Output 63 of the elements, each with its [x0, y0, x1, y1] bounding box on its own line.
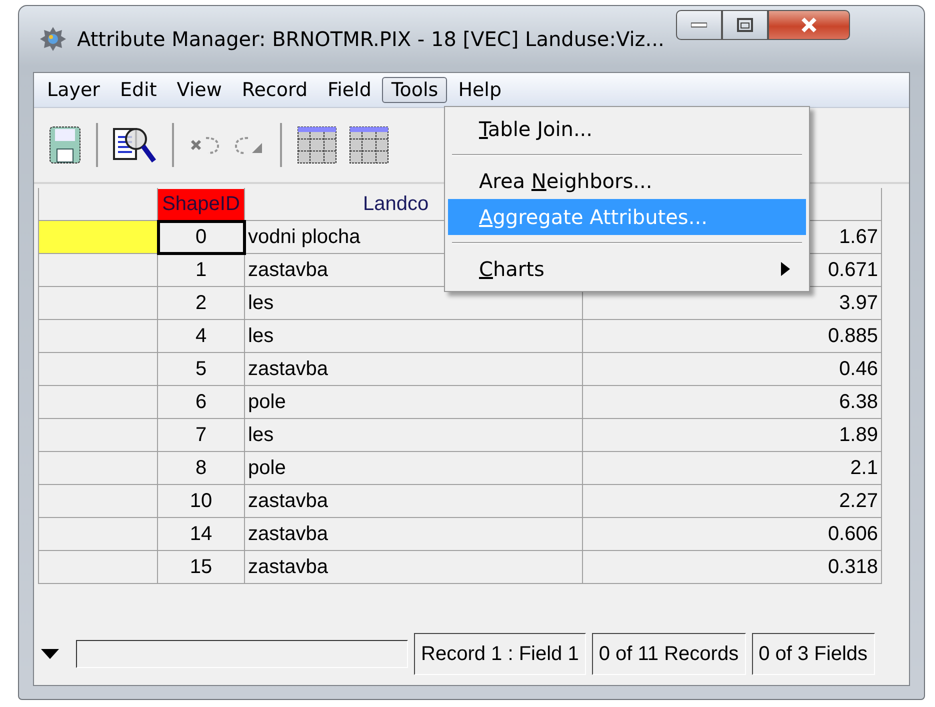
- table-cell: 0.46: [582, 352, 882, 386]
- status-input-field[interactable]: [76, 640, 408, 668]
- menu-item[interactable]: Layer: [38, 77, 109, 103]
- maximize-icon: [737, 18, 754, 32]
- close-icon: [800, 17, 818, 33]
- table-cell: 5: [158, 352, 244, 386]
- close-button[interactable]: [768, 10, 850, 40]
- table-cell: les: [244, 320, 582, 352]
- row-header[interactable]: [38, 518, 158, 550]
- row-header[interactable]: [38, 484, 158, 518]
- table-cell: 0.606: [582, 518, 882, 550]
- gear-icon: [39, 25, 67, 53]
- table-cell: 2.27: [582, 484, 882, 518]
- table-cell: 15: [158, 550, 244, 584]
- row-header[interactable]: [38, 452, 158, 484]
- menu-item[interactable]: Field: [318, 77, 380, 103]
- grid-icon[interactable]: [296, 125, 338, 165]
- table-cell: 1: [158, 254, 244, 286]
- row-header[interactable]: [38, 320, 158, 352]
- table-cell: zastavba: [244, 550, 582, 584]
- grid-icon[interactable]: [348, 125, 390, 165]
- table-cell: zastavba: [244, 518, 582, 550]
- table-cell: 2: [158, 286, 244, 320]
- minimize-button[interactable]: [676, 10, 722, 40]
- table-cell: pole: [244, 386, 582, 418]
- table-cell: 7: [158, 418, 244, 452]
- status-field: 0 of 3 Fields: [752, 633, 875, 675]
- status-field: 0 of 11 Records: [592, 633, 746, 675]
- minimize-icon: [691, 22, 708, 28]
- table-cell: 14: [158, 518, 244, 550]
- table-cell: 6.38: [582, 386, 882, 418]
- row-header[interactable]: [38, 352, 158, 386]
- column-header[interactable]: ShapeID: [158, 188, 244, 220]
- table-cell: zastavba: [244, 484, 582, 518]
- status-field: Record 1 : Field 1: [414, 633, 586, 675]
- table-cell: 0.318: [582, 550, 882, 584]
- row-header[interactable]: [38, 220, 158, 254]
- table-cell: 4: [158, 320, 244, 352]
- row-header[interactable]: [38, 254, 158, 286]
- menu-item[interactable]: Edit: [110, 77, 166, 103]
- table-cell: 0: [158, 220, 244, 254]
- table-cell: les: [244, 286, 582, 320]
- table-cell: zastavba: [244, 352, 582, 386]
- table-cell: 1.89: [582, 418, 882, 452]
- menu-item[interactable]: View: [168, 77, 231, 103]
- menu-item[interactable]: Table Join...: [448, 111, 806, 147]
- menu-item[interactable]: Tools: [382, 77, 448, 103]
- row-header[interactable]: [38, 418, 158, 452]
- maximize-button[interactable]: [722, 10, 768, 40]
- row-header[interactable]: [38, 386, 158, 418]
- table-cell: 10: [158, 484, 244, 518]
- row-header[interactable]: [38, 550, 158, 584]
- table-cell: 0.885: [582, 320, 882, 352]
- window-title: Attribute Manager: BRNOTMR.PIX - 18 [VEC] Landuse:Viz...: [77, 27, 664, 51]
- table-cell: 2.1: [582, 452, 882, 484]
- table-cell: les: [244, 418, 582, 452]
- table-cell: 6: [158, 386, 244, 418]
- menu-item[interactable]: Help: [449, 77, 511, 103]
- dropdown-arrow-icon[interactable]: [40, 648, 60, 660]
- table-cell: 8: [158, 452, 244, 484]
- row-header[interactable]: [38, 286, 158, 320]
- menu-item[interactable]: Record: [232, 77, 317, 103]
- table-cell: pole: [244, 452, 582, 484]
